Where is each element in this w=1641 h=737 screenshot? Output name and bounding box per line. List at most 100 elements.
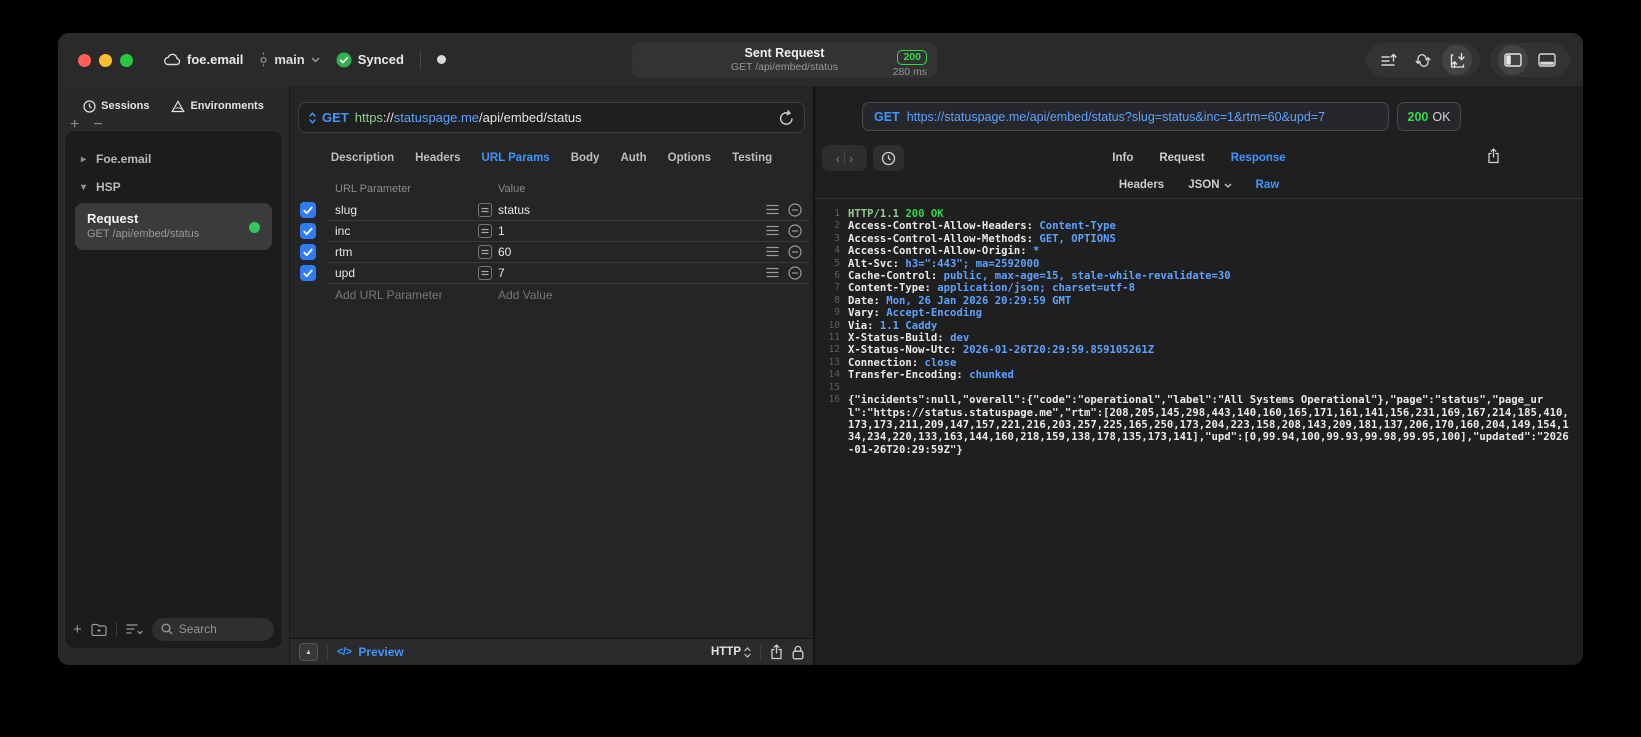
- history-button[interactable]: [873, 145, 904, 171]
- subtab-label: Raw: [1255, 179, 1280, 191]
- response-subtab-raw[interactable]: Raw: [1256, 179, 1280, 191]
- editor-tab-body[interactable]: Body: [571, 152, 600, 164]
- response-tab-request[interactable]: Request: [1159, 152, 1204, 164]
- response-tab-response[interactable]: Response: [1231, 152, 1286, 164]
- add-request-button[interactable]: +: [73, 622, 82, 637]
- forward-button[interactable]: ›: [849, 151, 853, 166]
- line-number: 6: [834, 270, 840, 282]
- toolbar-group-actions: [1366, 43, 1480, 77]
- response-line: 1 HTTP/1.1 200 OK: [823, 208, 1571, 220]
- project-name: foe.email: [187, 52, 244, 67]
- param-value-input[interactable]: 7: [498, 263, 505, 284]
- remove-session-button[interactable]: −: [93, 116, 102, 134]
- url-params-table: URL Parameter Value slug status inc 1 rt…: [290, 180, 813, 305]
- titlebar: foe.email main Synced Sent Request GET /…: [58, 33, 1583, 86]
- sent-request-url-box[interactable]: GET https://statuspage.me/api/embed/stat…: [862, 102, 1389, 131]
- param-name-input[interactable]: rtm: [335, 242, 352, 263]
- response-tab-info[interactable]: Info: [1112, 152, 1133, 164]
- branch-icon: [259, 52, 268, 68]
- line-text: Date: Mon, 26 Jan 2026 20:29:59 GMT: [848, 294, 1072, 307]
- param-options-button[interactable]: [766, 204, 779, 215]
- preview-toggle[interactable]: </> Preview: [337, 645, 404, 659]
- close-window-button[interactable]: [78, 54, 91, 67]
- import-export-button[interactable]: [1442, 45, 1472, 75]
- editor-tab-options[interactable]: Options: [668, 152, 711, 164]
- param-options-button[interactable]: [766, 267, 779, 278]
- sidebar-search-input[interactable]: Search: [151, 617, 274, 641]
- editor-tab-testing[interactable]: Testing: [732, 152, 772, 164]
- activity-pill[interactable]: Sent Request GET /api/embed/status 200 2…: [632, 42, 937, 78]
- request-list-item-selected[interactable]: Request GET /api/embed/status: [75, 203, 272, 250]
- param-enabled-checkbox[interactable]: [300, 265, 316, 281]
- request-url-bar[interactable]: GET https://statuspage.me/api/embed/stat…: [298, 102, 805, 133]
- export-response-button[interactable]: [1487, 148, 1500, 164]
- new-folder-button[interactable]: [91, 623, 107, 636]
- sort-filter-button[interactable]: [126, 623, 143, 635]
- param-name-input[interactable]: inc: [335, 221, 350, 242]
- url-separator: ://: [382, 110, 394, 125]
- editor-tab-description[interactable]: Description: [331, 152, 394, 164]
- tab-environments[interactable]: Environments: [171, 99, 264, 113]
- collapse-panel-button[interactable]: ▲: [299, 643, 318, 661]
- toggle-bottom-panel-button[interactable]: [1532, 45, 1562, 75]
- line-number: 4: [834, 245, 840, 257]
- zoom-window-button[interactable]: [120, 54, 133, 67]
- param-value-input[interactable]: status: [498, 200, 530, 221]
- param-enabled-checkbox[interactable]: [300, 223, 316, 239]
- editor-tab-headers[interactable]: Headers: [415, 152, 460, 164]
- method-label[interactable]: GET: [322, 110, 349, 125]
- subtab-label: Headers: [1118, 179, 1165, 191]
- response-subtab-json[interactable]: JSON: [1188, 179, 1231, 191]
- titlebar-divider: [419, 50, 421, 69]
- editor-tabs: Description Headers URL Params Body Auth Opti…: [290, 144, 813, 172]
- line-text: Access-Control-Allow-Headers: Content-Ty…: [848, 220, 1116, 233]
- param-name-input[interactable]: upd: [335, 263, 355, 284]
- param-options-button[interactable]: [766, 246, 779, 257]
- send-refresh-button[interactable]: [779, 109, 794, 126]
- project-switcher[interactable]: foe.email: [163, 52, 243, 67]
- toggle-sidebar-button[interactable]: [1498, 45, 1528, 75]
- sync-branches-button[interactable]: [1408, 45, 1438, 75]
- line-number: 15: [828, 381, 840, 393]
- environment-list-button[interactable]: [1374, 45, 1404, 75]
- param-options-button[interactable]: [766, 225, 779, 236]
- param-value-input[interactable]: 1: [498, 221, 505, 242]
- param-enabled-checkbox[interactable]: [300, 244, 316, 260]
- request-url[interactable]: https://statuspage.me/api/embed/status: [355, 110, 582, 125]
- remove-param-button[interactable]: [788, 266, 802, 280]
- line-text: Alt-Svc: h3=":443"; ma=2592000: [848, 257, 1040, 270]
- tree-item-hsp[interactable]: ▾ HSP: [73, 173, 274, 201]
- merge-loop-icon: [1414, 53, 1432, 68]
- activity-subtitle: GET /api/embed/status: [730, 61, 839, 73]
- param-enabled-checkbox[interactable]: [300, 202, 316, 218]
- response-line: 14 Transfer-Encoding: chunked: [823, 369, 1571, 381]
- desktop-background: foe.email main Synced Sent Request GET /…: [0, 0, 1641, 737]
- sidebar: Sessions Environments + − ▸ Foe.email ▾ …: [58, 86, 290, 665]
- lock-icon[interactable]: [792, 645, 804, 660]
- line-number: 16: [828, 394, 840, 406]
- tab-sessions[interactable]: Sessions: [83, 99, 149, 113]
- remove-param-button[interactable]: [788, 245, 802, 259]
- editor-tab-auth[interactable]: Auth: [620, 152, 646, 164]
- add-session-button[interactable]: +: [70, 116, 79, 134]
- editor-tab-url-params[interactable]: URL Params: [482, 152, 550, 164]
- share-button[interactable]: [770, 644, 783, 660]
- sync-status[interactable]: Synced: [336, 52, 404, 68]
- sessions-panel: ▸ Foe.email ▾ HSP Request GET /api/embed…: [64, 130, 283, 649]
- response-subtab-headers[interactable]: Headers: [1119, 179, 1164, 191]
- param-name-input[interactable]: slug: [335, 200, 357, 221]
- protocol-selector[interactable]: HTTP: [711, 646, 751, 658]
- param-value-input[interactable]: 60: [498, 242, 511, 263]
- response-line: 8 Date: Mon, 26 Jan 2026 20:29:59 GMT: [823, 295, 1571, 307]
- bottom-panel-icon: [1538, 53, 1556, 67]
- back-button[interactable]: ‹: [836, 151, 840, 166]
- add-url-parameter-field[interactable]: Add URL Parameter: [335, 288, 443, 302]
- code-icon: </>: [337, 646, 352, 658]
- remove-param-button[interactable]: [788, 224, 802, 238]
- remove-param-button[interactable]: [788, 203, 802, 217]
- line-number: 10: [828, 319, 840, 331]
- tree-item-foe-email[interactable]: ▸ Foe.email: [73, 145, 274, 173]
- minimize-window-button[interactable]: [99, 54, 112, 67]
- branch-selector[interactable]: main: [259, 52, 320, 68]
- add-value-field[interactable]: Add Value: [498, 288, 553, 302]
